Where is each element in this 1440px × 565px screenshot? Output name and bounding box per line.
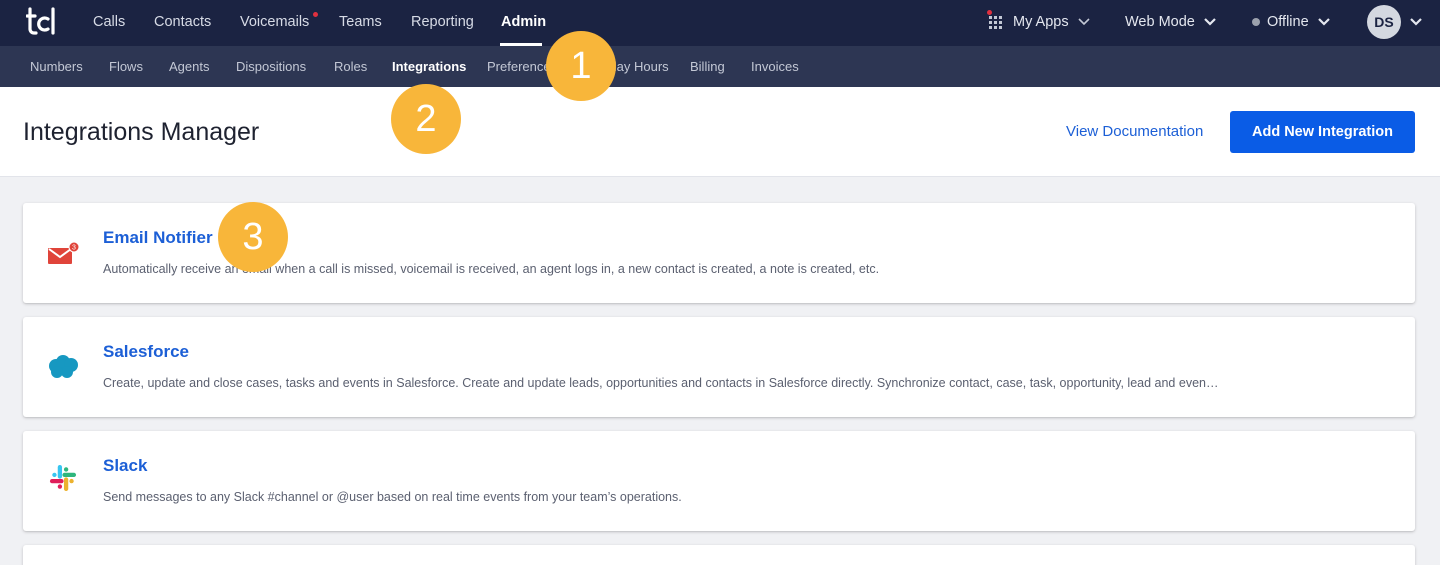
salesforce-icon [49, 355, 78, 378]
integration-name[interactable]: Slack [103, 456, 147, 476]
avatar[interactable]: DS [1367, 5, 1401, 39]
slack-icon [49, 464, 77, 492]
integration-card-slack[interactable]: Slack Send messages to any Slack #channe… [23, 431, 1415, 531]
page-header: Integrations Manager View Documentation … [0, 87, 1440, 177]
offline-status-dot [1252, 18, 1260, 26]
chevron-down-icon [1317, 18, 1330, 26]
svg-text:3: 3 [72, 245, 76, 252]
subnav-integrations[interactable]: Integrations [392, 59, 466, 74]
apps-grid-icon [989, 16, 1002, 29]
subnav-invoices[interactable]: Invoices [751, 59, 799, 74]
web-mode-menu[interactable]: Web Mode [1125, 14, 1217, 30]
web-mode-label: Web Mode [1125, 14, 1195, 30]
integration-description: Create, update and close cases, tasks an… [103, 376, 1219, 390]
integration-description: Send messages to any Slack #channel or @… [103, 490, 682, 504]
status-label: Offline [1267, 14, 1309, 30]
nav-voicemails[interactable]: Voicemails [240, 14, 309, 30]
integration-name[interactable]: Email Notifier [103, 228, 213, 248]
nav-calls[interactable]: Calls [93, 14, 125, 30]
integration-card-partial[interactable] [23, 545, 1415, 565]
subnav-dispositions[interactable]: Dispositions [236, 59, 306, 74]
nav-reporting[interactable]: Reporting [411, 14, 474, 30]
integration-name[interactable]: Salesforce [103, 342, 189, 362]
step-badge-1: 1 [546, 31, 616, 101]
view-documentation-link[interactable]: View Documentation [1066, 123, 1203, 140]
nav-contacts[interactable]: Contacts [154, 14, 211, 30]
apps-notification-dot [987, 10, 992, 15]
nav-teams[interactable]: Teams [339, 14, 382, 30]
add-new-integration-button[interactable]: Add New Integration [1230, 111, 1415, 153]
email-notifier-icon: 3 [48, 241, 80, 264]
subnav-flows[interactable]: Flows [109, 59, 143, 74]
my-apps-label: My Apps [1013, 14, 1069, 30]
subnav-roles[interactable]: Roles [334, 59, 367, 74]
top-navigation-bar: Calls Contacts Voicemails Teams Reportin… [0, 0, 1440, 46]
subnav-agents[interactable]: Agents [169, 59, 209, 74]
admin-sub-navigation: Numbers Flows Agents Dispositions Roles … [0, 46, 1440, 87]
nav-admin[interactable]: Admin [501, 14, 546, 30]
page-title: Integrations Manager [23, 118, 260, 146]
status-menu[interactable]: Offline [1252, 14, 1331, 30]
voicemail-notification-dot [313, 12, 318, 17]
step-badge-2: 2 [391, 84, 461, 154]
chevron-down-icon [1204, 18, 1216, 26]
chevron-down-icon [1078, 18, 1090, 26]
my-apps-menu[interactable]: My Apps [1013, 14, 1091, 30]
subnav-billing[interactable]: Billing [690, 59, 725, 74]
chevron-down-icon[interactable] [1409, 17, 1423, 27]
subnav-numbers[interactable]: Numbers [30, 59, 83, 74]
step-badge-3: 3 [218, 202, 288, 272]
logo-icon[interactable] [26, 7, 58, 37]
integration-card-salesforce[interactable]: Salesforce Create, update and close case… [23, 317, 1415, 417]
integration-description: Automatically receive an email when a ca… [103, 262, 880, 276]
